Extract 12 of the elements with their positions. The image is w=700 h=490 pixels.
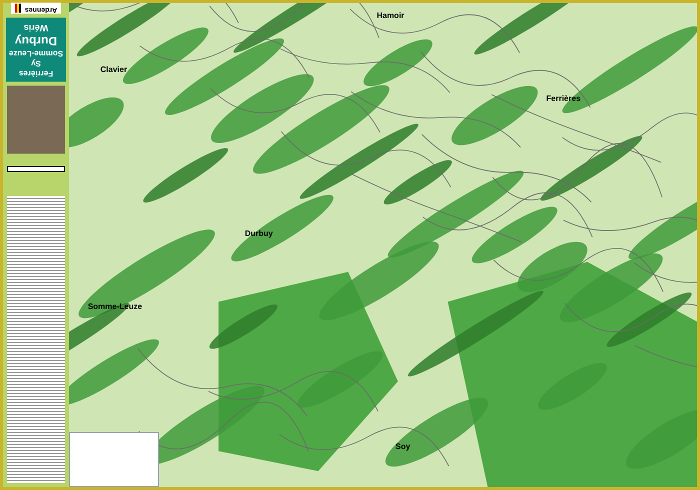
cover-title: Wéris <box>24 22 48 33</box>
place-name: Hamoir <box>376 10 404 22</box>
scale-bar <box>7 166 65 172</box>
place-name: Ferrières <box>546 92 581 105</box>
cover-subtitle: Somme-Leuze <box>8 48 64 58</box>
cover-subtitle: Sy <box>31 58 41 68</box>
place-name: Soy <box>396 441 410 454</box>
flag-icon <box>14 4 21 13</box>
place-name: Clavier <box>100 64 128 76</box>
cover-subtitle: Ferrières <box>18 68 54 78</box>
cover-title: Durbuy <box>15 32 57 48</box>
photo-placeholder <box>7 86 65 154</box>
